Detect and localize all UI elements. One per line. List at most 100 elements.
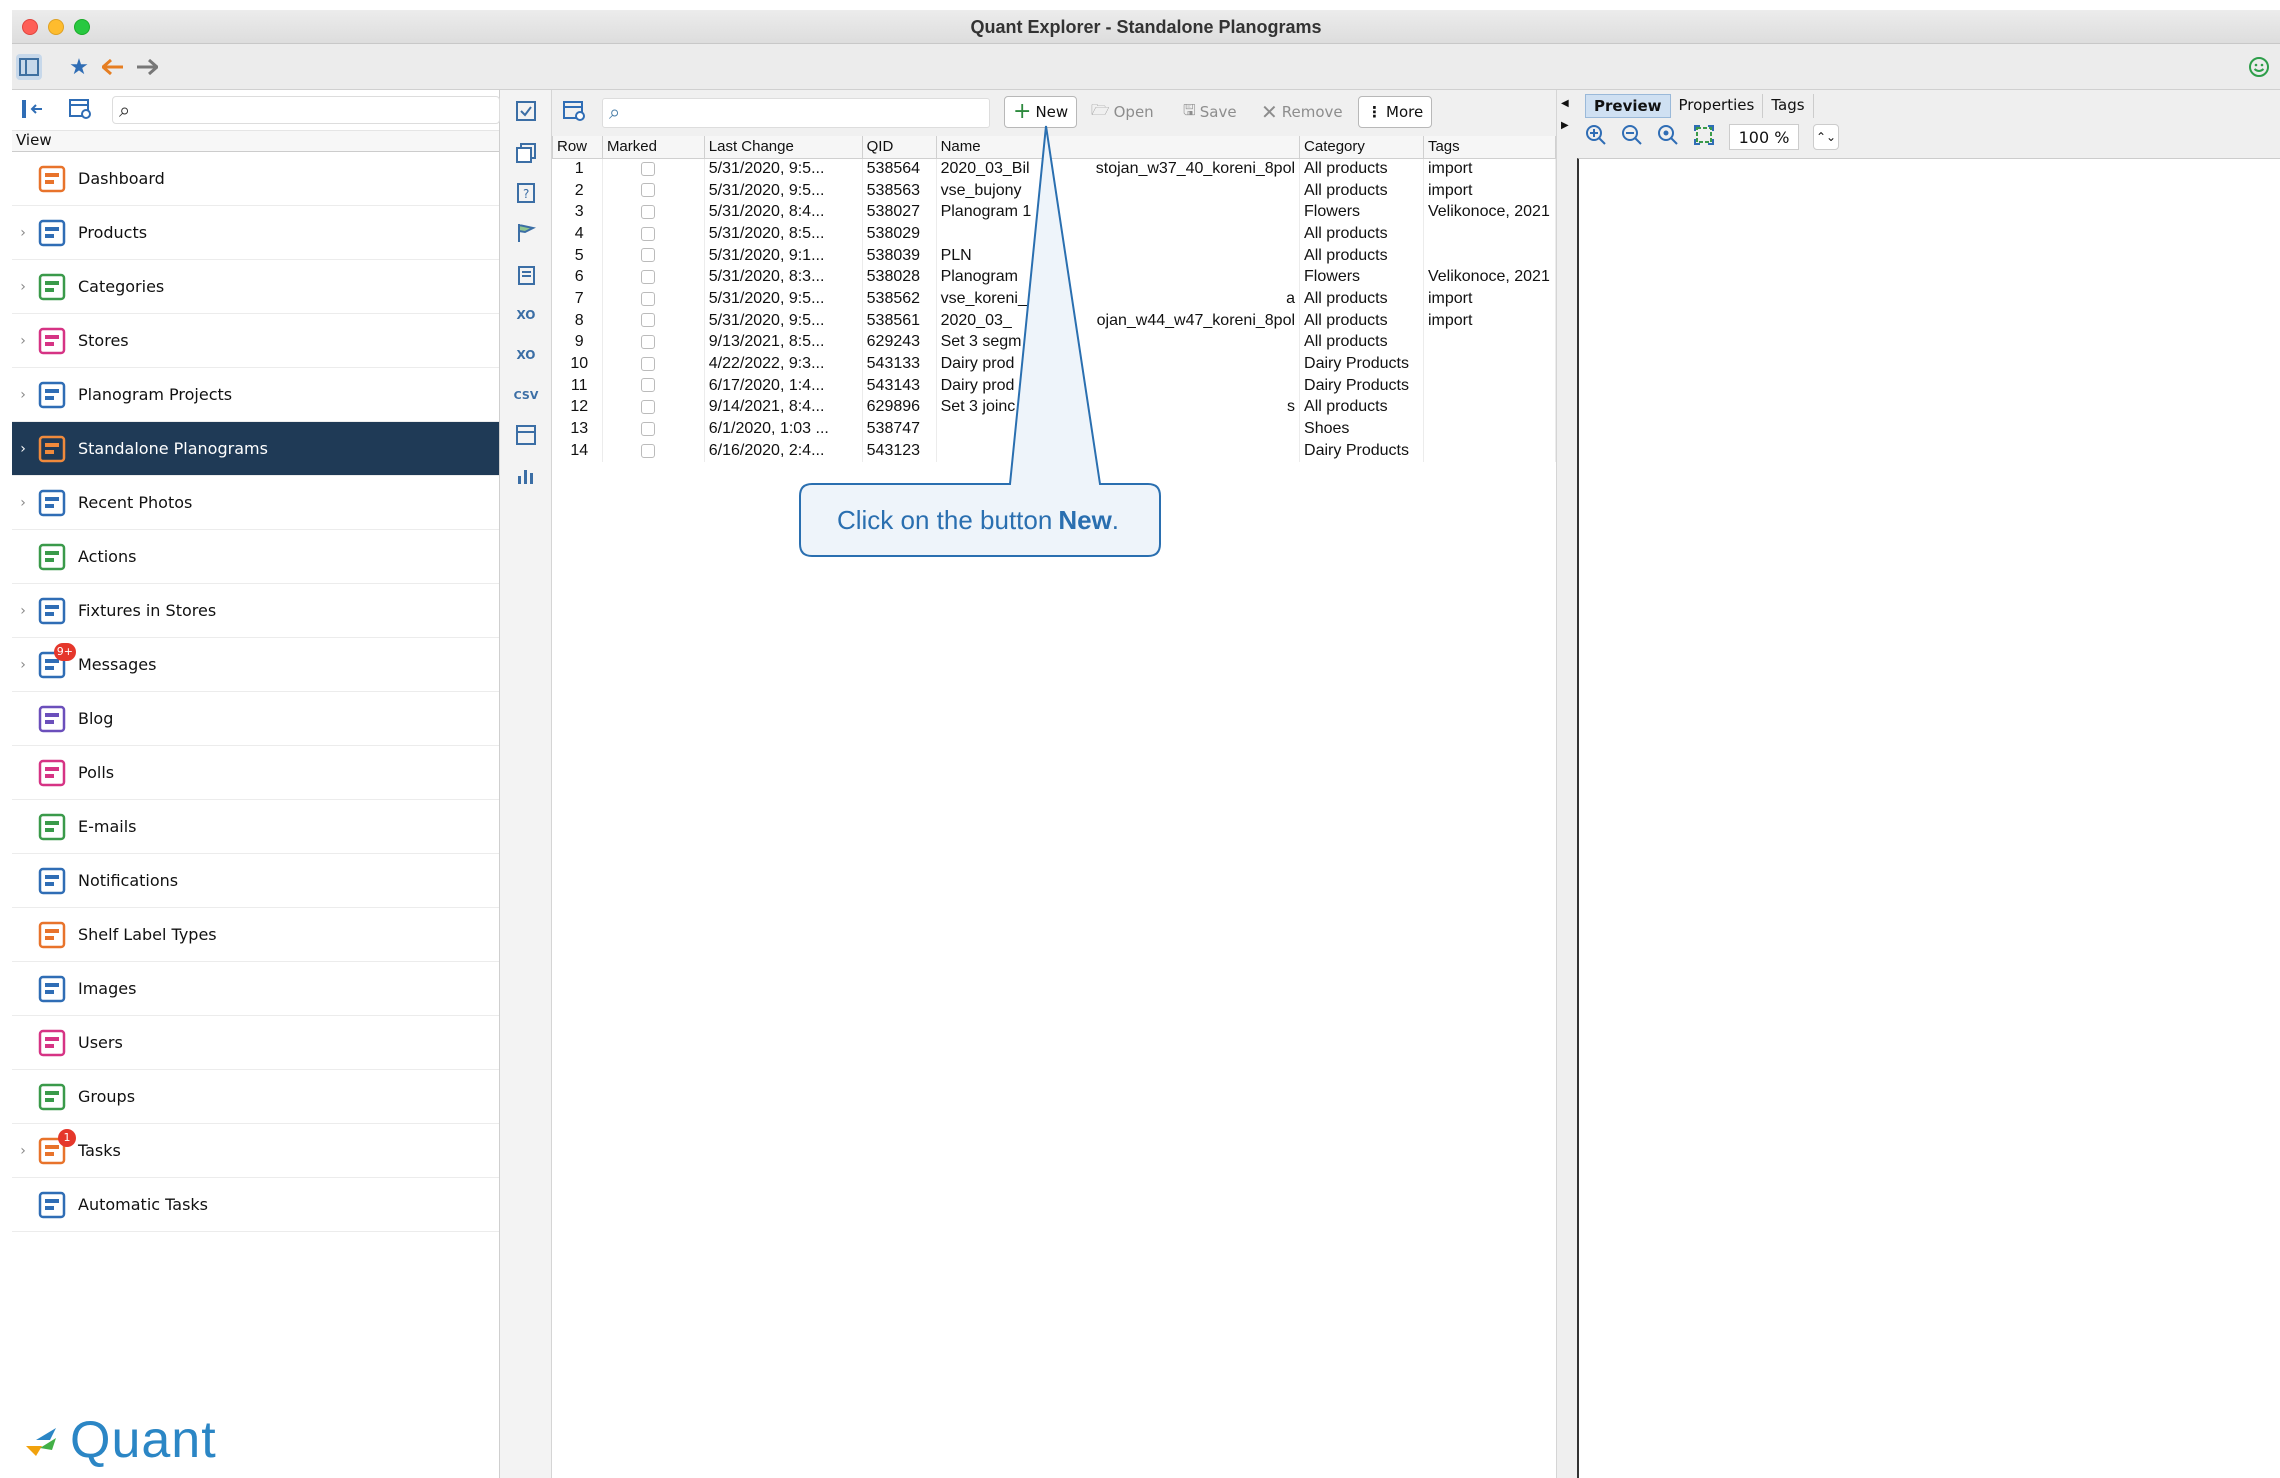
expand-chevron-icon[interactable]: ›: [12, 333, 34, 349]
expand-chevron-icon[interactable]: ›: [12, 1143, 34, 1159]
marked-checkbox[interactable]: [640, 204, 655, 219]
column-header-name[interactable]: Name: [935, 136, 1301, 159]
new-button[interactable]: + New: [1004, 96, 1078, 128]
forward-arrow-icon[interactable]: [134, 54, 160, 80]
table-row[interactable]: 4 5/31/2020, 8:5... 538029 All products: [552, 223, 1557, 245]
back-arrow-icon[interactable]: [100, 54, 126, 80]
sidebar-item-fixtures-in-stores[interactable]: › Fixtures in Stores: [12, 584, 499, 638]
more-button[interactable]: ⋮ More: [1358, 96, 1433, 128]
copy-list-icon[interactable]: [513, 262, 539, 288]
sidebar-item-dashboard[interactable]: Dashboard: [12, 152, 499, 206]
zoom-actual-icon[interactable]: [1657, 124, 1679, 150]
view-settings-icon[interactable]: [68, 98, 92, 124]
marked-checkbox[interactable]: [640, 226, 655, 241]
marked-checkbox[interactable]: [640, 270, 655, 285]
column-header-row[interactable]: Row: [552, 136, 603, 159]
sidebar-item-notifications[interactable]: Notifications: [12, 854, 499, 908]
sidebar-item-groups[interactable]: Groups: [12, 1070, 499, 1124]
tab-properties[interactable]: Properties: [1671, 94, 1764, 118]
marked-checkbox[interactable]: [640, 443, 655, 458]
sidebar-item-actions[interactable]: Actions: [12, 530, 499, 584]
zoom-out-icon[interactable]: [1621, 124, 1643, 150]
zoom-fit-icon[interactable]: [1693, 124, 1715, 150]
column-header-qid[interactable]: QID: [861, 136, 937, 159]
zoom-level-input[interactable]: 100 %: [1729, 124, 1799, 150]
column-header-category[interactable]: Category: [1299, 136, 1424, 159]
table-settings-icon[interactable]: [562, 100, 586, 126]
marked-checkbox[interactable]: [640, 400, 655, 415]
expand-chevron-icon[interactable]: ›: [12, 279, 34, 295]
sidebar-item-e-mails[interactable]: E-mails: [12, 800, 499, 854]
table-row[interactable]: 12 9/14/2021, 8:4... 629896 Set 3 joinc s All…: [552, 396, 1557, 419]
table-row[interactable]: 9 9/13/2021, 8:5... 629243 Set 3 segm All pr…: [552, 331, 1557, 354]
sidebar-item-planogram-projects[interactable]: › Planogram Projects: [12, 368, 499, 422]
favorites-star-icon[interactable]: ★: [66, 54, 92, 80]
expand-chevron-icon[interactable]: ›: [12, 495, 34, 511]
marked-checkbox[interactable]: [640, 248, 655, 263]
sidebar-item-users[interactable]: Users: [12, 1016, 499, 1070]
preview-canvas[interactable]: [1577, 158, 2280, 1478]
remove-button[interactable]: ✕ Remove: [1252, 96, 1352, 128]
sidebar-item-polls[interactable]: Polls: [12, 746, 499, 800]
table-row[interactable]: 14 6/16/2020, 2:4... 543123 Dairy Products: [552, 439, 1557, 462]
sidebar-item-categories[interactable]: › Categories: [12, 260, 499, 314]
status-smiley-icon[interactable]: [2246, 54, 2272, 80]
zoom-in-icon[interactable]: [1585, 124, 1607, 150]
flag-icon[interactable]: [513, 220, 539, 246]
sidebar-item-products[interactable]: › Products: [12, 206, 499, 260]
table-row[interactable]: 1 5/31/2020, 9:5... 538564 2020_03_Bil stoja…: [552, 158, 1557, 180]
table-row[interactable]: 2 5/31/2020, 9:5... 538563 vse_bujony All pr…: [552, 179, 1557, 202]
duplicate-icon[interactable]: [513, 140, 539, 166]
sidebar-toggle-icon[interactable]: [16, 54, 42, 80]
sidebar-item-tasks[interactable]: › 1 Tasks: [12, 1124, 499, 1178]
sidebar-item-shelf-label-types[interactable]: Shelf Label Types: [12, 908, 499, 962]
excel-import-icon[interactable]: XO: [513, 342, 539, 368]
marked-checkbox[interactable]: [640, 378, 655, 393]
tab-preview[interactable]: Preview: [1585, 94, 1671, 118]
expand-right-icon[interactable]: ▶: [1561, 120, 1569, 131]
collapse-left-icon[interactable]: ◀: [1561, 98, 1569, 109]
excel-export-icon[interactable]: XO: [513, 302, 539, 328]
sidebar-item-images[interactable]: Images: [12, 962, 499, 1016]
column-header-last-change[interactable]: Last Change: [703, 136, 863, 159]
chart-icon[interactable]: [513, 462, 539, 488]
table-row[interactable]: 11 6/17/2020, 1:4... 543143 Dairy prod Dairy…: [552, 374, 1557, 397]
csv-export-icon[interactable]: CSV: [513, 382, 539, 408]
marked-checkbox[interactable]: [640, 313, 655, 328]
sidebar-search-input[interactable]: ⌕: [112, 96, 500, 124]
report-icon[interactable]: [513, 422, 539, 448]
marked-checkbox[interactable]: [640, 291, 655, 306]
marked-checkbox[interactable]: [640, 161, 655, 176]
marked-checkbox[interactable]: [640, 356, 655, 371]
sidebar-item-standalone-planograms[interactable]: › Standalone Planograms: [12, 422, 499, 476]
sidebar-item-stores[interactable]: › Stores: [12, 314, 499, 368]
table-row[interactable]: 13 6/1/2020, 1:03 ... 538747 Shoes: [552, 418, 1557, 440]
column-header-tags[interactable]: Tags: [1422, 136, 1557, 159]
list-search-input[interactable]: ⌕: [602, 98, 990, 128]
table-row[interactable]: 5 5/31/2020, 9:1... 538039 PLN All products: [552, 244, 1557, 267]
select-all-icon[interactable]: [513, 98, 539, 124]
table-row[interactable]: 3 5/31/2020, 8:4... 538027 Planogram 1 Flowe…: [552, 201, 1557, 224]
table-row[interactable]: 7 5/31/2020, 9:5... 538562 vse_koreni_ a All …: [552, 288, 1557, 310]
expand-chevron-icon[interactable]: ›: [12, 387, 34, 403]
table-row[interactable]: 10 4/22/2022, 9:3... 543133 Dairy prod Dairy…: [552, 353, 1557, 375]
column-header-marked[interactable]: Marked: [601, 136, 705, 159]
marked-checkbox[interactable]: [640, 335, 655, 350]
table-row[interactable]: 6 5/31/2020, 8:3... 538028 Planogram Flowers…: [552, 266, 1557, 289]
tab-tags[interactable]: Tags: [1763, 94, 1814, 118]
sidebar-item-messages[interactable]: › 9+ Messages: [12, 638, 499, 692]
marked-checkbox[interactable]: [640, 421, 655, 436]
tree-collapse-icon[interactable]: [20, 98, 44, 124]
expand-chevron-icon[interactable]: ›: [12, 225, 34, 241]
expand-chevron-icon[interactable]: ›: [12, 657, 34, 673]
expand-chevron-icon[interactable]: ›: [12, 603, 34, 619]
marked-checkbox[interactable]: [640, 183, 655, 198]
sidebar-item-automatic-tasks[interactable]: Automatic Tasks: [12, 1178, 499, 1232]
open-button[interactable]: 🗁 Open: [1082, 96, 1163, 128]
sidebar-item-recent-photos[interactable]: › Recent Photos: [12, 476, 499, 530]
expand-chevron-icon[interactable]: ›: [12, 441, 34, 457]
table-row[interactable]: 8 5/31/2020, 9:5... 538561 2020_03_ ojan_w44…: [552, 309, 1557, 332]
zoom-stepper-icon[interactable]: ⌃⌄: [1813, 124, 1839, 150]
help-document-icon[interactable]: ?: [513, 180, 539, 206]
sidebar-item-blog[interactable]: Blog: [12, 692, 499, 746]
